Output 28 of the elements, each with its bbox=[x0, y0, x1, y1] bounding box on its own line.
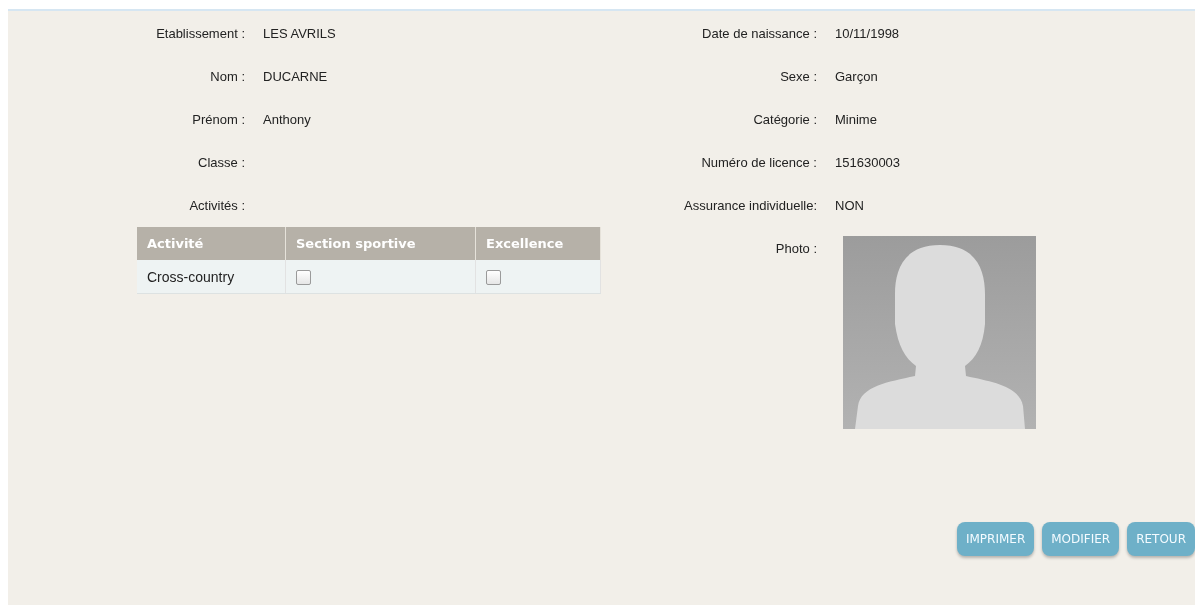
field-label: Prénom : bbox=[192, 112, 245, 127]
field-label: Numéro de licence : bbox=[701, 155, 817, 170]
field-label: Date de naissance : bbox=[702, 26, 817, 41]
action-button[interactable]: IMPRIMER bbox=[956, 522, 1035, 556]
field-label: Sexe : bbox=[780, 69, 817, 84]
field-label: Etablissement : bbox=[156, 26, 245, 41]
field-label: Photo : bbox=[774, 240, 817, 256]
table-cell: Cross-country bbox=[137, 260, 286, 294]
checkbox[interactable] bbox=[486, 269, 501, 285]
field-label: Classe : bbox=[198, 155, 245, 170]
field-value: Minime bbox=[835, 112, 877, 127]
field-value: Garçon bbox=[835, 69, 878, 84]
column-header: Activité bbox=[137, 227, 286, 260]
column-header: Excellence bbox=[475, 227, 601, 260]
field-value: LES AVRILS bbox=[263, 26, 336, 41]
field-label: Assurance individuelle: bbox=[684, 198, 817, 213]
action-button[interactable]: MODIFIER bbox=[1042, 522, 1120, 556]
field-value: DUCARNE bbox=[263, 69, 328, 84]
field-value: Anthony bbox=[263, 112, 311, 127]
field-label: Activités : bbox=[189, 198, 245, 213]
field-value: 151630003 bbox=[835, 155, 901, 170]
column-header: Section sportive bbox=[285, 227, 476, 260]
checkbox[interactable] bbox=[296, 269, 311, 285]
field-label: Nom : bbox=[210, 69, 245, 84]
action-button[interactable]: RETOUR bbox=[1127, 522, 1195, 556]
field-value: NON bbox=[835, 198, 864, 213]
field-label: Catégorie : bbox=[753, 112, 817, 127]
field-value: 10/11/1998 bbox=[835, 26, 900, 41]
